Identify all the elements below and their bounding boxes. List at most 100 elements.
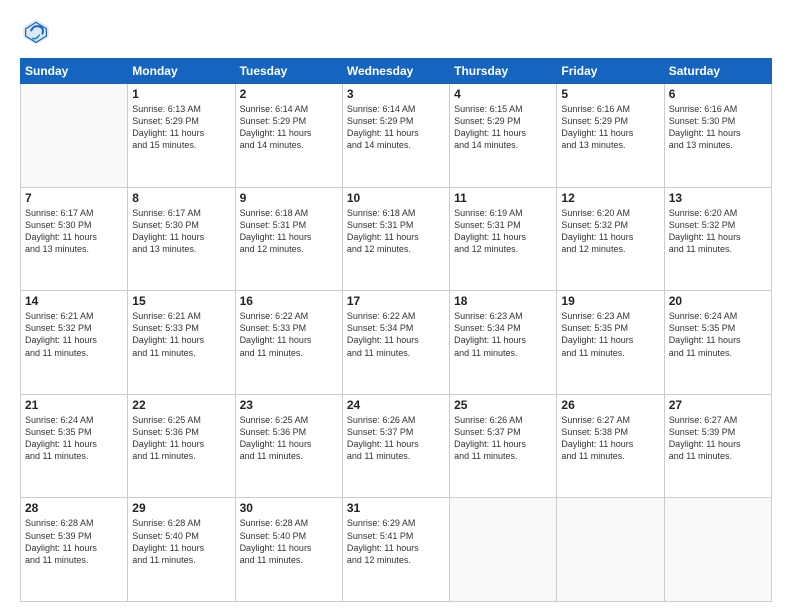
calendar-cell: 7 Sunrise: 6:17 AM Sunset: 5:30 PM Daylig… — [21, 187, 128, 291]
calendar-cell: 4Sunrise: 6:15 AM Sunset: 5:29 PM Daylig… — [450, 84, 557, 188]
header — [20, 16, 772, 48]
calendar-cell: 20 Sunrise: 6:24 AM Sunset: 5:35 PM Dayli… — [664, 291, 771, 395]
day-number: 8 — [132, 191, 230, 205]
day-number: 18 — [454, 294, 552, 308]
logo — [20, 16, 56, 48]
calendar-cell: 5Sunrise: 6:16 AM Sunset: 5:29 PM Daylig… — [557, 84, 664, 188]
calendar-cell: 19 Sunrise: 6:23 AM Sunset: 5:35 PM Dayli… — [557, 291, 664, 395]
calendar-cell: 9Sunrise: 6:18 AM Sunset: 5:31 PM Daylig… — [235, 187, 342, 291]
calendar-cell: 24 Sunrise: 6:26 AM Sunset: 5:37 PM Dayli… — [342, 394, 449, 498]
day-info: Sunrise: 6:13 AM Sunset: 5:29 PM Dayligh… — [132, 103, 230, 152]
day-number: 28 — [25, 501, 123, 515]
day-info: Sunrise: 6:25 AM Sunset: 5:36 PM Dayligh… — [240, 414, 338, 463]
day-info: Sunrise: 6:19 AM Sunset: 5:31 PM Dayligh… — [454, 207, 552, 256]
calendar-cell: 6 Sunrise: 6:16 AM Sunset: 5:30 PM Daylig… — [664, 84, 771, 188]
calendar-cell: 17 Sunrise: 6:22 AM Sunset: 5:34 PM Dayli… — [342, 291, 449, 395]
calendar-cell: 14Sunrise: 6:21 AM Sunset: 5:32 PM Dayli… — [21, 291, 128, 395]
day-info: Sunrise: 6:14 AM Sunset: 5:29 PM Dayligh… — [240, 103, 338, 152]
day-number: 20 — [669, 294, 767, 308]
day-info: Sunrise: 6:28 AM Sunset: 5:40 PM Dayligh… — [240, 517, 338, 566]
day-number: 24 — [347, 398, 445, 412]
day-number: 2 — [240, 87, 338, 101]
calendar-week-row: 21Sunrise: 6:24 AM Sunset: 5:35 PM Dayli… — [21, 394, 772, 498]
calendar-cell — [450, 498, 557, 602]
day-info: Sunrise: 6:21 AM Sunset: 5:33 PM Dayligh… — [132, 310, 230, 359]
day-info: Sunrise: 6:24 AM Sunset: 5:35 PM Dayligh… — [669, 310, 767, 359]
day-number: 3 — [347, 87, 445, 101]
calendar-cell: 3 Sunrise: 6:14 AM Sunset: 5:29 PM Daylig… — [342, 84, 449, 188]
calendar-cell — [557, 498, 664, 602]
day-info: Sunrise: 6:17 AM Sunset: 5:30 PM Dayligh… — [25, 207, 123, 256]
calendar-cell: 22 Sunrise: 6:25 AM Sunset: 5:36 PM Dayli… — [128, 394, 235, 498]
day-info: Sunrise: 6:23 AM Sunset: 5:35 PM Dayligh… — [561, 310, 659, 359]
day-number: 26 — [561, 398, 659, 412]
day-info: Sunrise: 6:22 AM Sunset: 5:34 PM Dayligh… — [347, 310, 445, 359]
day-info: Sunrise: 6:28 AM Sunset: 5:39 PM Dayligh… — [25, 517, 123, 566]
calendar-week-row: 28 Sunrise: 6:28 AM Sunset: 5:39 PM Dayli… — [21, 498, 772, 602]
day-number: 22 — [132, 398, 230, 412]
day-info: Sunrise: 6:18 AM Sunset: 5:31 PM Dayligh… — [347, 207, 445, 256]
weekday-header-thursday: Thursday — [450, 59, 557, 84]
day-info: Sunrise: 6:26 AM Sunset: 5:37 PM Dayligh… — [454, 414, 552, 463]
page: SundayMondayTuesdayWednesdayThursdayFrid… — [0, 0, 792, 612]
day-number: 7 — [25, 191, 123, 205]
day-number: 23 — [240, 398, 338, 412]
calendar-cell: 13Sunrise: 6:20 AM Sunset: 5:32 PM Dayli… — [664, 187, 771, 291]
calendar-cell: 18 Sunrise: 6:23 AM Sunset: 5:34 PM Dayli… — [450, 291, 557, 395]
calendar-week-row: 7 Sunrise: 6:17 AM Sunset: 5:30 PM Daylig… — [21, 187, 772, 291]
calendar-cell — [664, 498, 771, 602]
weekday-header-friday: Friday — [557, 59, 664, 84]
day-number: 21 — [25, 398, 123, 412]
calendar-cell: 29 Sunrise: 6:28 AM Sunset: 5:40 PM Dayli… — [128, 498, 235, 602]
day-number: 19 — [561, 294, 659, 308]
day-info: Sunrise: 6:15 AM Sunset: 5:29 PM Dayligh… — [454, 103, 552, 152]
day-number: 11 — [454, 191, 552, 205]
day-number: 6 — [669, 87, 767, 101]
day-info: Sunrise: 6:17 AM Sunset: 5:30 PM Dayligh… — [132, 207, 230, 256]
logo-icon — [20, 16, 52, 48]
day-number: 25 — [454, 398, 552, 412]
day-number: 10 — [347, 191, 445, 205]
calendar-cell: 25 Sunrise: 6:26 AM Sunset: 5:37 PM Dayli… — [450, 394, 557, 498]
day-info: Sunrise: 6:20 AM Sunset: 5:32 PM Dayligh… — [561, 207, 659, 256]
calendar-cell: 26 Sunrise: 6:27 AM Sunset: 5:38 PM Dayli… — [557, 394, 664, 498]
calendar-cell: 28 Sunrise: 6:28 AM Sunset: 5:39 PM Dayli… — [21, 498, 128, 602]
day-number: 31 — [347, 501, 445, 515]
calendar-cell: 10 Sunrise: 6:18 AM Sunset: 5:31 PM Dayli… — [342, 187, 449, 291]
day-info: Sunrise: 6:29 AM Sunset: 5:41 PM Dayligh… — [347, 517, 445, 566]
calendar-cell: 8 Sunrise: 6:17 AM Sunset: 5:30 PM Daylig… — [128, 187, 235, 291]
calendar-cell: 23 Sunrise: 6:25 AM Sunset: 5:36 PM Dayli… — [235, 394, 342, 498]
day-info: Sunrise: 6:27 AM Sunset: 5:38 PM Dayligh… — [561, 414, 659, 463]
weekday-header-monday: Monday — [128, 59, 235, 84]
day-number: 29 — [132, 501, 230, 515]
day-info: Sunrise: 6:14 AM Sunset: 5:29 PM Dayligh… — [347, 103, 445, 152]
day-number: 5 — [561, 87, 659, 101]
calendar-cell: 11 Sunrise: 6:19 AM Sunset: 5:31 PM Dayli… — [450, 187, 557, 291]
day-number: 1 — [132, 87, 230, 101]
weekday-header-tuesday: Tuesday — [235, 59, 342, 84]
day-info: Sunrise: 6:28 AM Sunset: 5:40 PM Dayligh… — [132, 517, 230, 566]
calendar-cell: 1 Sunrise: 6:13 AM Sunset: 5:29 PM Daylig… — [128, 84, 235, 188]
day-number: 15 — [132, 294, 230, 308]
day-number: 30 — [240, 501, 338, 515]
weekday-header-sunday: Sunday — [21, 59, 128, 84]
day-info: Sunrise: 6:23 AM Sunset: 5:34 PM Dayligh… — [454, 310, 552, 359]
calendar-cell: 15 Sunrise: 6:21 AM Sunset: 5:33 PM Dayli… — [128, 291, 235, 395]
day-info: Sunrise: 6:22 AM Sunset: 5:33 PM Dayligh… — [240, 310, 338, 359]
calendar-cell: 31 Sunrise: 6:29 AM Sunset: 5:41 PM Dayli… — [342, 498, 449, 602]
calendar-week-row: 1 Sunrise: 6:13 AM Sunset: 5:29 PM Daylig… — [21, 84, 772, 188]
day-info: Sunrise: 6:20 AM Sunset: 5:32 PM Dayligh… — [669, 207, 767, 256]
day-info: Sunrise: 6:26 AM Sunset: 5:37 PM Dayligh… — [347, 414, 445, 463]
day-info: Sunrise: 6:16 AM Sunset: 5:30 PM Dayligh… — [669, 103, 767, 152]
day-info: Sunrise: 6:25 AM Sunset: 5:36 PM Dayligh… — [132, 414, 230, 463]
weekday-header-row: SundayMondayTuesdayWednesdayThursdayFrid… — [21, 59, 772, 84]
day-number: 17 — [347, 294, 445, 308]
calendar-cell: 30 Sunrise: 6:28 AM Sunset: 5:40 PM Dayli… — [235, 498, 342, 602]
day-info: Sunrise: 6:21 AM Sunset: 5:32 PM Dayligh… — [25, 310, 123, 359]
weekday-header-wednesday: Wednesday — [342, 59, 449, 84]
calendar-cell: 27Sunrise: 6:27 AM Sunset: 5:39 PM Dayli… — [664, 394, 771, 498]
calendar-cell: 21Sunrise: 6:24 AM Sunset: 5:35 PM Dayli… — [21, 394, 128, 498]
day-number: 12 — [561, 191, 659, 205]
day-number: 27 — [669, 398, 767, 412]
day-number: 9 — [240, 191, 338, 205]
